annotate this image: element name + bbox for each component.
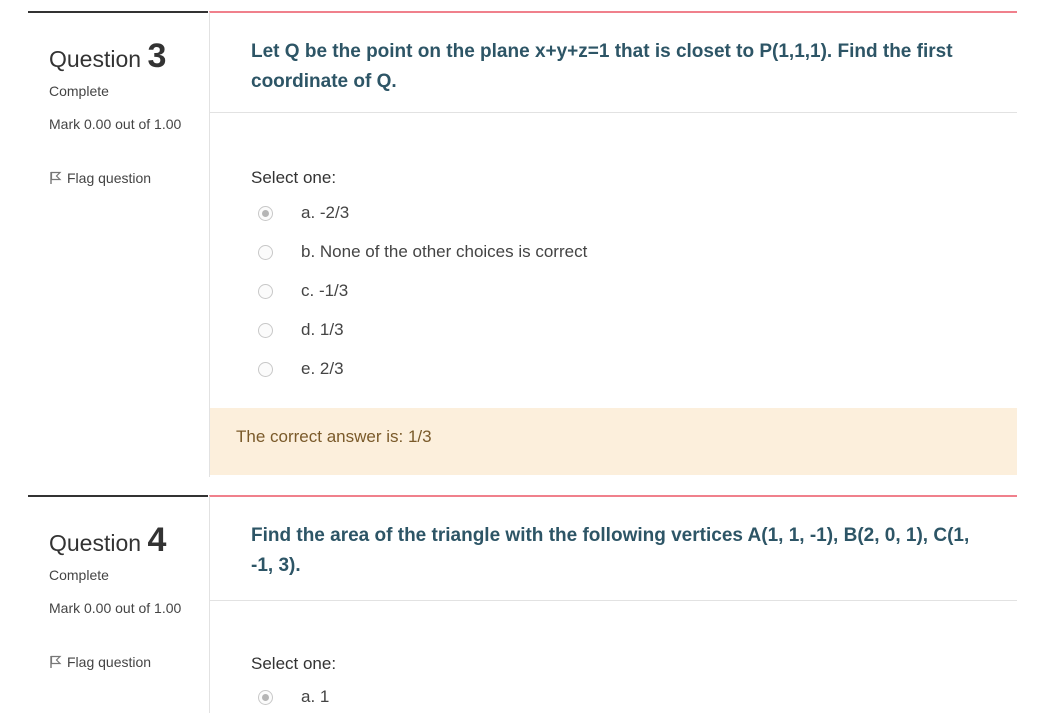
question-content: Find the area of the triangle with the f… xyxy=(209,495,1017,713)
question-block: Question 3 Complete Mark 0.00 out of 1.0… xyxy=(28,11,1017,477)
correct-answer-text: The correct answer is: 1/3 xyxy=(236,427,432,446)
question-label: Question xyxy=(49,530,142,556)
answer-option-b[interactable]: b. None of the other choices is correct xyxy=(258,242,678,266)
question-content: Let Q be the point on the plane x+y+z=1 … xyxy=(209,11,1017,477)
answer-label: a. 1 xyxy=(301,687,330,706)
question-number: 3 xyxy=(147,37,167,75)
select-one-prompt: Select one: xyxy=(251,168,337,187)
question-info: Question 4 Complete Mark 0.00 out of 1.0… xyxy=(28,495,208,670)
question-title: Question 3 xyxy=(49,37,166,76)
answer-label: a. -2/3 xyxy=(301,203,350,222)
radio-button[interactable] xyxy=(258,245,273,260)
answer-label: d. 1/3 xyxy=(301,320,344,339)
answer-label: c. -1/3 xyxy=(301,281,349,300)
answer-option-c[interactable]: c. -1/3 xyxy=(258,281,678,305)
divider xyxy=(210,112,1017,113)
radio-button[interactable] xyxy=(258,362,273,377)
flag-icon xyxy=(50,655,62,668)
select-one-prompt: Select one: xyxy=(251,654,337,673)
flag-question-link[interactable]: Flag question xyxy=(49,654,151,670)
question-block: Question 4 Complete Mark 0.00 out of 1.0… xyxy=(28,495,1017,713)
answer-option-a[interactable]: a. 1 xyxy=(258,687,678,711)
question-text: Find the area of the triangle with the f… xyxy=(251,525,970,576)
feedback-box: The correct answer is: 1/3 xyxy=(210,408,1017,475)
question-label: Question xyxy=(49,46,142,72)
flag-icon xyxy=(50,171,62,184)
radio-button[interactable] xyxy=(258,690,273,705)
question-grade: Mark 0.00 out of 1.00 xyxy=(49,116,182,132)
question-text: Let Q be the point on the plane x+y+z=1 … xyxy=(251,41,953,92)
question-state: Complete xyxy=(49,567,109,583)
answer-option-e[interactable]: e. 2/3 xyxy=(258,359,678,383)
question-title: Question 4 xyxy=(49,521,166,560)
answer-option-d[interactable]: d. 1/3 xyxy=(258,320,678,344)
divider xyxy=(210,600,1017,601)
question-info: Question 3 Complete Mark 0.00 out of 1.0… xyxy=(28,11,208,186)
radio-button[interactable] xyxy=(258,206,273,221)
answer-label: b. None of the other choices is correct xyxy=(301,242,588,261)
flag-question-label: Flag question xyxy=(67,170,152,186)
answer-option-a[interactable]: a. -2/3 xyxy=(258,203,678,227)
question-number: 4 xyxy=(147,521,167,559)
question-state: Complete xyxy=(49,83,109,99)
question-grade: Mark 0.00 out of 1.00 xyxy=(49,600,182,616)
radio-button[interactable] xyxy=(258,323,273,338)
answer-label: e. 2/3 xyxy=(301,359,344,378)
flag-question-label: Flag question xyxy=(67,654,152,670)
radio-button[interactable] xyxy=(258,284,273,299)
flag-question-link[interactable]: Flag question xyxy=(49,170,151,186)
